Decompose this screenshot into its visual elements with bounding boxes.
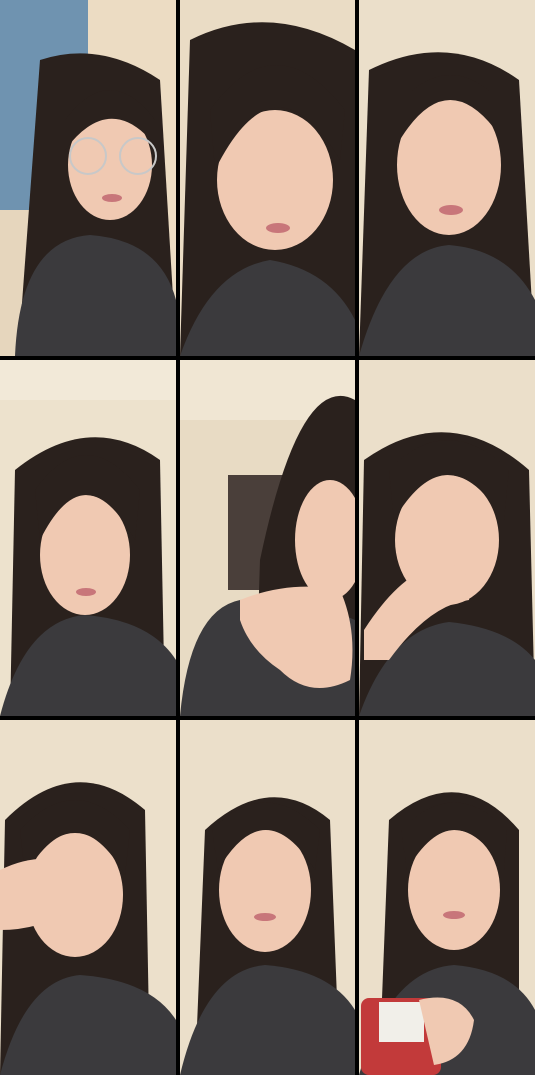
photo-frame-6	[359, 360, 535, 716]
photo-frame-7	[0, 720, 176, 1075]
photo-frame-4	[0, 360, 176, 716]
photo-frame-5	[180, 360, 355, 716]
photo-frame-8	[180, 720, 355, 1075]
photo-frame-2	[180, 0, 355, 356]
photo-frame-3	[359, 0, 535, 356]
photo-frame-1	[0, 0, 176, 356]
photo-collage	[0, 0, 535, 1075]
photo-frame-9	[359, 720, 535, 1075]
